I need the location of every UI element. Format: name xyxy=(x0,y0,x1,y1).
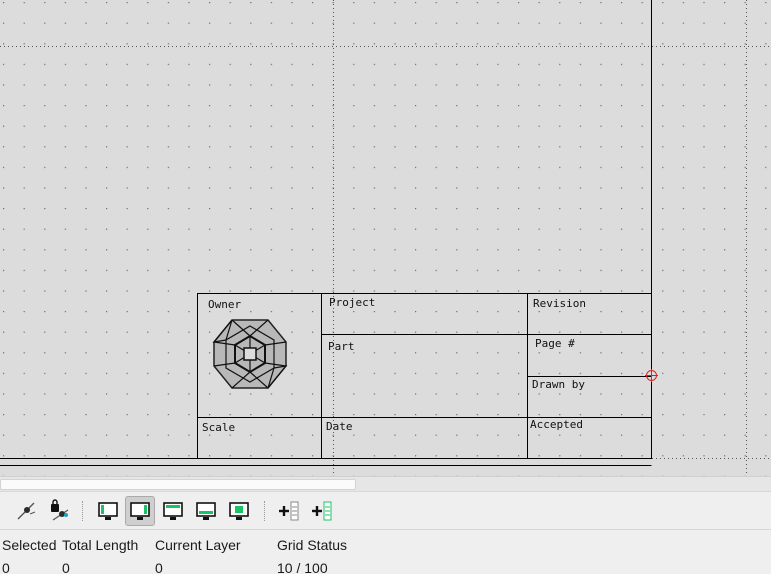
drawn-by-label: Drawn by xyxy=(532,378,585,391)
lock-relative-zero-button[interactable] xyxy=(44,496,74,526)
grid-status-label: Grid Status xyxy=(277,537,348,553)
owner-label: Owner xyxy=(208,298,241,311)
add-layer-icon xyxy=(279,501,299,521)
grid-status: Grid Status 10 / 100 xyxy=(277,537,347,574)
part-label: Part xyxy=(328,340,355,353)
add-layer-list-button[interactable] xyxy=(307,496,337,526)
view-screen-center-button[interactable] xyxy=(224,496,254,526)
toolbar-separator xyxy=(82,501,84,521)
selected-value: 0 xyxy=(2,560,10,574)
horizontal-scrollbar[interactable] xyxy=(0,476,771,491)
toolbar-separator xyxy=(264,501,266,521)
page-number-label: Page # xyxy=(535,337,575,350)
project-label: Project xyxy=(329,296,375,309)
view-screen-button[interactable] xyxy=(93,496,123,526)
view-screen-center-icon xyxy=(229,502,249,520)
view-screen-icon xyxy=(98,502,118,520)
current-layer-status: Current Layer 0 xyxy=(155,537,241,574)
date-label: Date xyxy=(326,420,353,433)
snap-endpoint-button[interactable] xyxy=(11,496,41,526)
selected-status: Selected 0 xyxy=(2,537,56,574)
snap-toolbar xyxy=(0,491,771,529)
view-screen-top-icon xyxy=(163,502,183,520)
grid-status-value: 10 / 100 xyxy=(277,560,328,574)
horizontal-scrollbar-thumb[interactable] xyxy=(0,479,356,490)
status-bar: Selected 0 Total Length 0 Current Layer … xyxy=(0,529,771,574)
lock-relative-zero-icon xyxy=(51,499,69,521)
revision-label: Revision xyxy=(533,297,586,310)
add-layer-button[interactable] xyxy=(274,496,304,526)
add-layer-list-icon xyxy=(312,501,332,521)
total-length-value: 0 xyxy=(62,560,70,574)
view-screen-bottom-button[interactable] xyxy=(191,496,221,526)
view-screen-active-icon xyxy=(130,502,150,520)
drawing-svg[interactable]: Owner Project Revision Part Page # Drawn… xyxy=(0,0,771,476)
view-screen-top-button[interactable] xyxy=(158,496,188,526)
view-screen-bottom-icon xyxy=(196,502,216,520)
selected-label: Selected xyxy=(2,537,57,553)
drawing-canvas[interactable]: Owner Project Revision Part Page # Drawn… xyxy=(0,0,771,476)
grid-dots xyxy=(0,0,771,476)
view-screen-active-button[interactable] xyxy=(125,496,155,526)
owner-logo xyxy=(212,319,288,389)
accepted-label: Accepted xyxy=(530,418,583,431)
total-length-status: Total Length 0 xyxy=(62,537,138,574)
current-layer-value: 0 xyxy=(155,560,163,574)
current-layer-label: Current Layer xyxy=(155,537,241,553)
total-length-label: Total Length xyxy=(62,537,139,553)
snap-endpoint-icon xyxy=(17,502,36,520)
scale-label: Scale xyxy=(202,421,235,434)
